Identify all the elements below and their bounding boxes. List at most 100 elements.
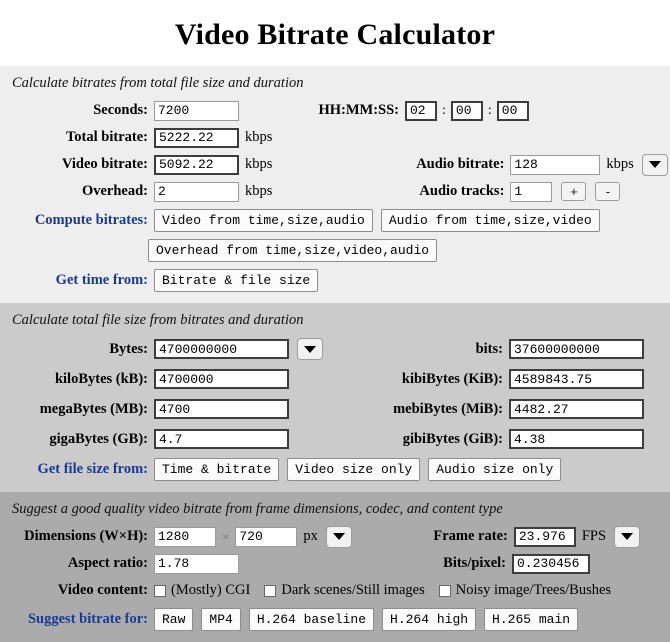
hours-input[interactable] [405,100,437,121]
frame-rate-dropdown-button[interactable] [614,525,641,548]
row-overhead: Overhead: kbps Audio tracks: + - [0,178,670,205]
compute-bitrates-label: Compute bitrates: [34,211,148,228]
bits-pixel-input[interactable] [512,553,590,574]
video-content-option-cgi[interactable]: (Mostly) CGI [154,582,250,599]
h264-baseline-button[interactable]: H.264 baseline [248,607,375,631]
dimensions-dropdown-button[interactable] [325,525,352,548]
gibibytes-label: gibiBytes (GiB): [402,430,503,447]
video-size-only-button[interactable]: Video size only [287,457,421,481]
cgi-checkbox-label: (Mostly) CGI [171,582,251,598]
page-title: Video Bitrate Calculator [174,18,496,51]
bitrate-and-file-size-button[interactable]: Bitrate & file size [154,268,319,292]
audio-bitrate-dropdown-button[interactable] [641,153,668,176]
gigabytes-input[interactable] [154,429,289,449]
frame-rate-input[interactable] [513,526,576,547]
mebibytes-input[interactable] [509,399,644,419]
chevron-down-icon [332,533,345,540]
bytes-input[interactable] [154,339,289,359]
time-and-bitrate-button[interactable]: Time & bitrate [154,457,280,481]
audio-size-only-button[interactable]: Audio size only [428,457,562,481]
seconds-input[interactable] [154,100,239,121]
row-video-bitrate: Video bitrate: kbps Audio bitrate: kbps [0,151,670,178]
chevron-down-icon [304,345,316,353]
total-bitrate-input[interactable] [154,127,239,148]
hhmmss-label: HH:MM:SS: [318,102,399,118]
audio-from-time-size-video-button[interactable]: Audio from time,size,video [380,208,600,232]
audio-bitrate-input[interactable] [510,154,601,175]
mp4-button[interactable]: MP4 [201,607,241,631]
bits-label: bits: [475,340,503,357]
gibibytes-input[interactable] [509,429,644,449]
chevron-down-icon [621,533,634,540]
row-bytes-bits: Bytes: bits: [0,334,670,364]
section-suggest-bitrate: Suggest a good quality video bitrate fro… [0,492,670,642]
audio-bitrate-unit: kbps [606,156,634,172]
audio-tracks-label: Audio tracks: [419,183,505,199]
bytes-dropdown-button[interactable] [297,338,323,360]
dimensions-label: Dimensions (W×H): [24,528,148,544]
megabytes-label: megaBytes (MB): [39,400,148,417]
overhead-label: Overhead: [81,183,148,199]
total-bitrate-unit: kbps [245,129,273,145]
video-content-option-dark-scenes[interactable]: Dark scenes/Still images [264,582,425,599]
section-file-size: Calculate total file size from bitrates … [0,303,670,492]
section-suggest-bitrate-caption: Suggest a good quality video bitrate fro… [12,501,503,517]
noisy-image-checkbox[interactable] [438,584,451,597]
mebibytes-label: mebiBytes (MiB): [393,400,503,417]
section-file-size-caption: Calculate total file size from bitrates … [12,312,304,328]
row-seconds-hhmmss: Seconds: HH:MM:SS: : : [0,97,670,124]
row-compute-bitrates: Compute bitrates: Video from time,size,a… [0,205,670,235]
get-time-from-label: Get time from: [55,271,148,288]
dark-scenes-checkbox[interactable] [264,584,277,597]
dark-scenes-checkbox-label: Dark scenes/Still images [281,582,425,598]
row-suggest-bitrate-for: Suggest bitrate for: Raw MP4 H.264 basel… [0,604,670,634]
overhead-input[interactable] [154,181,239,202]
frame-rate-unit: FPS [581,528,607,544]
audio-tracks-input[interactable] [510,181,553,202]
aspect-ratio-label: Aspect ratio: [67,555,148,571]
h265-main-button[interactable]: H.265 main [484,607,579,631]
kibibytes-input[interactable] [509,369,644,389]
seconds-hms-input[interactable] [496,100,529,121]
hms-separator-1: : [442,102,446,118]
bits-pixel-label: Bits/pixel: [443,555,506,571]
row-total-bitrate: Total bitrate: kbps [0,124,670,151]
audio-tracks-increment-button[interactable]: + [561,182,587,201]
kilobytes-label: kiloBytes (kB): [54,370,148,387]
aspect-ratio-input[interactable] [154,553,239,574]
row-get-file-size-from: Get file size from: Time & bitrate Video… [0,454,670,484]
noisy-image-checkbox-label: Noisy image/Trees/Bushes [455,582,612,598]
cgi-checkbox[interactable] [154,584,166,597]
gigabytes-label: gigaBytes (GB): [49,430,148,447]
section-bitrates-caption: Calculate bitrates from total file size … [12,75,304,91]
height-input[interactable] [235,526,298,547]
suggest-bitrate-for-label: Suggest bitrate for: [27,610,148,627]
get-file-size-from-label: Get file size from: [37,460,148,477]
row-gigabytes-gibibytes: gigaBytes (GB): gibiBytes (GiB): [0,424,670,454]
kilobytes-input[interactable] [154,369,289,389]
bits-input[interactable] [509,339,644,359]
row-get-time-from: Get time from: Bitrate & file size [0,265,670,295]
audio-bitrate-label: Audio bitrate: [416,156,505,172]
dimensions-separator: × [222,528,230,544]
total-bitrate-label: Total bitrate: [65,129,148,145]
video-content-label: Video content: [57,582,148,598]
raw-button[interactable]: Raw [154,607,194,631]
row-video-content: Video content: (Mostly) CGI Dark scenes/… [0,577,670,604]
video-from-time-size-audio-button[interactable]: Video from time,size,audio [154,208,373,232]
width-input[interactable] [154,526,216,547]
overhead-unit: kbps [245,183,273,199]
row-dimensions-framerate: Dimensions (W×H): × px Frame rate: FPS [0,523,670,550]
overhead-from-time-size-video-audio-button[interactable]: Overhead from time,size,video,audio [148,238,438,262]
row-overhead-from: Overhead from time,size,video,audio [0,235,670,265]
megabytes-input[interactable] [154,399,289,419]
audio-tracks-decrement-button[interactable]: - [595,182,621,201]
h264-high-button[interactable]: H.264 high [382,607,477,631]
video-content-option-noisy-image[interactable]: Noisy image/Trees/Bushes [438,582,612,599]
video-bitrate-input[interactable] [154,154,239,175]
video-bitrate-label: Video bitrate: [61,156,148,172]
section-bitrates: Calculate bitrates from total file size … [0,66,670,303]
row-kilobytes-kibibytes: kiloBytes (kB): kibiBytes (KiB): [0,364,670,394]
row-megabytes-mebibytes: megaBytes (MB): mebiBytes (MiB): [0,394,670,424]
minutes-input[interactable] [450,100,483,121]
